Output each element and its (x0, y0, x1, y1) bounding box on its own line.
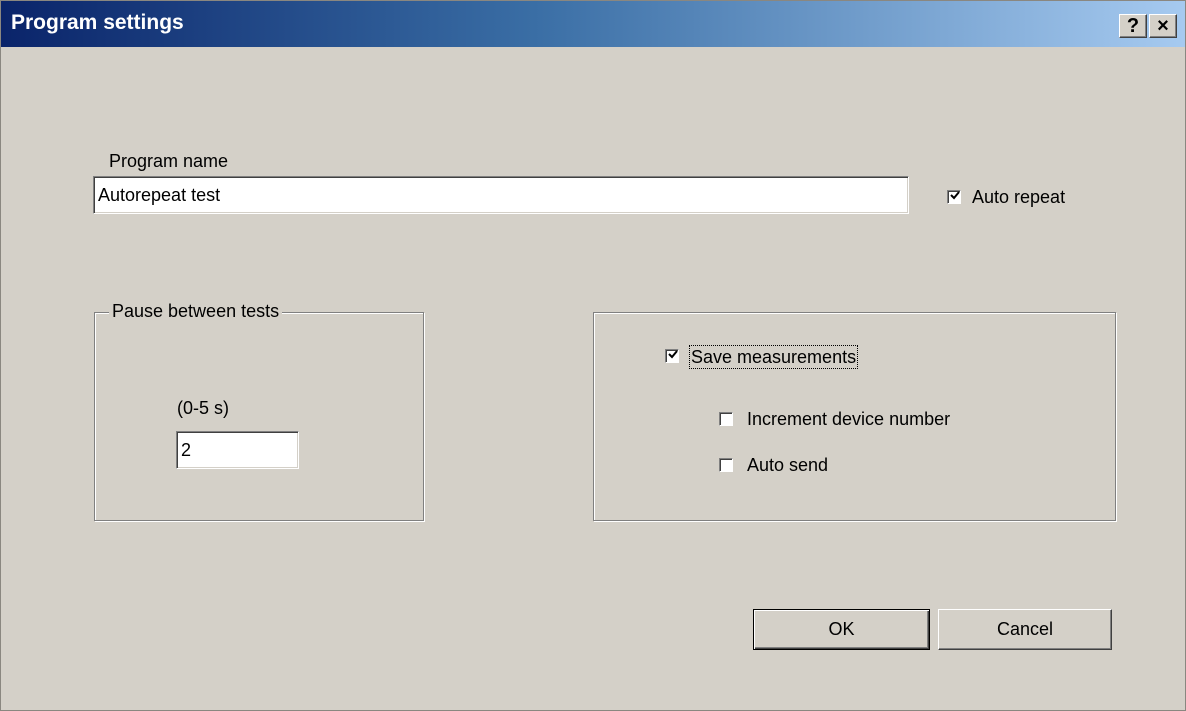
close-button[interactable]: × (1149, 14, 1177, 38)
program-name-label: Program name (109, 151, 229, 171)
pause-between-tests-group (94, 312, 424, 521)
auto-send-checkbox[interactable] (719, 458, 733, 472)
ok-button[interactable]: OK (753, 609, 930, 650)
increment-device-checkbox[interactable] (719, 412, 733, 426)
auto-repeat-label[interactable]: Auto repeat (972, 187, 1065, 207)
program-name-input[interactable] (93, 176, 909, 214)
save-measurements-label[interactable]: Save measurements (688, 345, 859, 369)
save-measurements-checkbox[interactable] (665, 349, 679, 363)
program-settings-dialog: Program settings ? × Program name Auto r… (0, 0, 1186, 711)
auto-send-label[interactable]: Auto send (747, 455, 828, 475)
help-button[interactable]: ? (1119, 14, 1147, 38)
pause-value-input[interactable] (176, 431, 299, 469)
title-bar[interactable]: Program settings ? × (1, 1, 1185, 47)
pause-group-legend: Pause between tests (109, 301, 283, 321)
increment-device-label[interactable]: Increment device number (747, 409, 950, 429)
window-title: Program settings (11, 11, 184, 34)
checkmark-icon (950, 191, 960, 200)
pause-range-label: (0-5 s) (177, 398, 230, 418)
cancel-button[interactable]: Cancel (938, 609, 1112, 650)
checkmark-icon (668, 350, 678, 359)
auto-repeat-checkbox[interactable] (947, 190, 961, 204)
